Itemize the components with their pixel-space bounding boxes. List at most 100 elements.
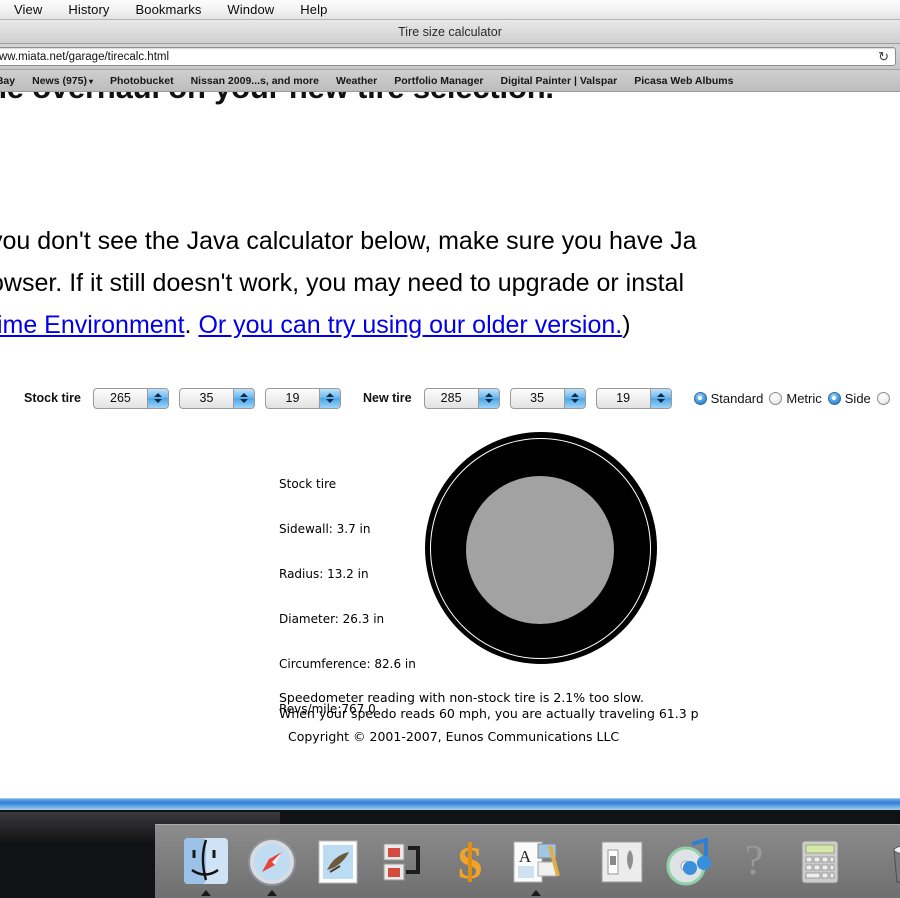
copyright-notice: Copyright © 2001-2007, Eunos Communicati… [288, 729, 620, 744]
bookmark-nissan[interactable]: Nissan 2009...s, and more [191, 75, 319, 87]
new-width-stepper[interactable]: 285 [423, 387, 500, 409]
menu-item-history[interactable]: History [68, 2, 109, 17]
bookmark-label: Portfolio Manager [394, 74, 484, 87]
speedo-line-1: Speedometer reading with non-stock tire … [279, 690, 644, 705]
dock-item-transmit[interactable] [375, 826, 433, 896]
stock-tire-label: Stock tire [24, 391, 81, 405]
java-notice-paragraph: you don't see the Java calculator below,… [0, 220, 900, 346]
svg-text:?: ? [745, 838, 764, 884]
radio-label-standard: Standard [710, 390, 764, 406]
stock-diameter-stepper[interactable]: 19 [264, 387, 341, 409]
system-preferences-icon [601, 841, 643, 883]
paragraph-line-3: time Environment. Or you can try using o… [0, 304, 900, 346]
radio-top[interactable] [876, 391, 890, 405]
menu-bar: View History Bookmarks Window Help [0, 0, 900, 20]
paragraph-close-paren: ) [622, 311, 631, 339]
stock-sidewall: Sidewall: 3.7 in [279, 522, 371, 536]
mail-stamp-icon [318, 840, 358, 884]
radio-label-side: Side [844, 390, 871, 406]
tire-diagram [425, 432, 685, 672]
svg-text:A: A [519, 847, 532, 866]
older-version-link[interactable]: Or you can try using our older version. [198, 311, 622, 339]
stock-circumference: Circumference: 82.6 in [279, 657, 416, 671]
stepper-arrows-icon[interactable] [232, 388, 254, 408]
radio-dot-icon [827, 391, 841, 405]
bookmark-label: Picasa Web Albums [634, 74, 734, 87]
bookmark-label: Photobucket [109, 74, 174, 87]
dock-item-finder[interactable] [177, 826, 235, 896]
dock-item-trash[interactable] [877, 826, 900, 896]
stepper-arrows-icon[interactable] [146, 388, 168, 408]
radio-dot-icon [769, 391, 783, 405]
browser-window: Tire size calculator ww.miata.net/garage… [0, 20, 900, 800]
finder-icon [184, 838, 228, 884]
dock-item-calculator[interactable] [791, 826, 849, 896]
stock-width-stepper[interactable]: 265 [92, 387, 169, 409]
reload-icon[interactable]: ↻ [878, 50, 889, 63]
transmit-truck-icon [383, 843, 420, 881]
page-content: he overhaul on your new tire selection. … [0, 92, 900, 800]
chevron-down-icon: ▾ [88, 76, 93, 86]
dock-item-itunes[interactable] [659, 826, 717, 896]
paragraph-line-2: owser. If it still doesn't work, you may… [0, 269, 685, 297]
radio-dot-icon [693, 391, 707, 405]
new-diameter-stepper[interactable]: 19 [595, 387, 672, 409]
bookmark-ebay[interactable]: eBay [0, 75, 15, 87]
running-indicator [201, 890, 211, 896]
bookmark-picasa[interactable]: Picasa Web Albums [634, 75, 733, 87]
menu-item-window[interactable]: Window [227, 2, 274, 17]
desktop-blue-bar [0, 798, 900, 810]
radio-side[interactable]: Side [827, 390, 871, 406]
menu-item-bookmarks[interactable]: Bookmarks [136, 2, 202, 17]
new-aspect-stepper[interactable]: 35 [509, 387, 586, 409]
running-indicator [531, 890, 541, 896]
bookmark-weather[interactable]: Weather [336, 75, 377, 87]
headline-text: he overhaul on your new tire selection. [0, 92, 554, 105]
bookmarks-bar: eBay News (975)▾ Photobucket Nissan 2009… [0, 70, 900, 92]
toolbar: ww.miata.net/garage/tirecalc.html ↻ [0, 44, 900, 70]
menu-item-view[interactable]: View [14, 2, 42, 17]
address-bar[interactable]: ww.miata.net/garage/tirecalc.html ↻ [0, 47, 896, 66]
stepper-arrows-icon[interactable] [563, 388, 585, 408]
options-radio-group: Standard Metric Side [693, 390, 890, 406]
dock-item-help[interactable]: ? [725, 826, 783, 896]
new-aspect-value: 35 [530, 391, 545, 405]
dock-item-safari[interactable] [243, 826, 301, 896]
dock-item-sherlock[interactable]: S [441, 826, 499, 896]
paragraph-line-1: you don't see the Java calculator below,… [0, 227, 697, 255]
dock-item-appleworks[interactable]: A [507, 826, 565, 896]
radio-label-metric: Metric [786, 390, 822, 406]
stock-diameter: Diameter: 26.3 in [279, 612, 385, 626]
calculator-icon [801, 840, 839, 884]
appleworks-icon: A [513, 841, 560, 883]
dock-item-system-preferences[interactable] [593, 826, 651, 896]
bookmark-news[interactable]: News (975) ▾ [32, 75, 93, 87]
bookmark-digital-painter[interactable]: Digital Painter | Valspar [501, 75, 618, 87]
stepper-arrows-icon[interactable] [318, 388, 340, 408]
running-indicator [267, 890, 277, 896]
bookmark-label: Nissan 2009...s, and more [190, 74, 319, 87]
screen: View History Bookmarks Window Help Tire … [0, 0, 900, 898]
stock-aspect-stepper[interactable]: 35 [178, 387, 255, 409]
radio-metric[interactable]: Metric [769, 390, 822, 406]
tire-controls-row: Stock tire 265 35 19 New tire 285 35 19 … [0, 384, 900, 412]
menu-item-help[interactable]: Help [300, 2, 327, 17]
window-title: Tire size calculator [398, 24, 502, 39]
stepper-arrows-icon[interactable] [477, 388, 499, 408]
dollar-sign-icon: S [457, 837, 483, 888]
itunes-icon [666, 837, 711, 886]
stepper-arrows-icon[interactable] [649, 388, 671, 408]
bookmark-label: Digital Painter | Valspar [500, 74, 618, 87]
safari-compass-icon [248, 838, 296, 886]
trash-icon [893, 846, 900, 883]
bookmark-portfolio-manager[interactable]: Portfolio Manager [394, 75, 483, 87]
bookmark-label: Weather [335, 74, 378, 87]
new-tire-label: New tire [362, 391, 412, 405]
java-runtime-link[interactable]: time Environment [0, 311, 185, 339]
bookmark-label: News (975) [32, 74, 87, 87]
bookmark-photobucket[interactable]: Photobucket [110, 75, 174, 87]
window-titlebar[interactable]: Tire size calculator [0, 20, 900, 44]
speedo-line-2: When your speedo reads 60 mph, you are a… [279, 706, 699, 721]
dock-item-mail[interactable] [309, 826, 367, 896]
radio-standard[interactable]: Standard [693, 390, 764, 406]
